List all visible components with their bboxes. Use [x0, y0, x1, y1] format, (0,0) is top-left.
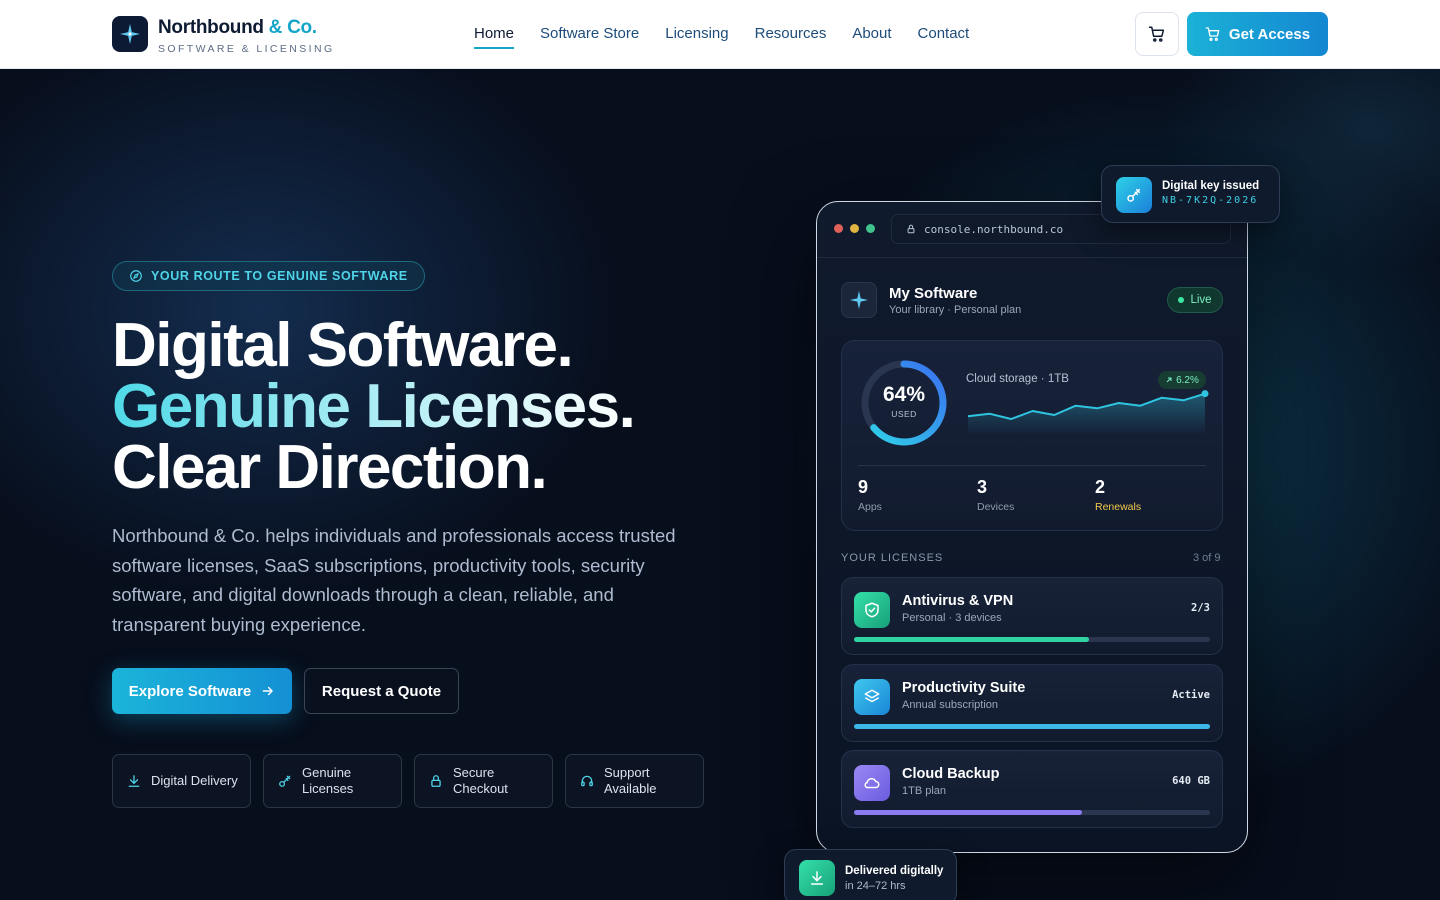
usage-stats-card: 64% USED Cloud storage · 1TB 6.2% 9 Apps: [841, 340, 1223, 531]
license-item-cloud-backup[interactable]: Cloud Backup 1TB plan 640 GB: [841, 750, 1223, 828]
window-minimize-dot: [850, 224, 859, 233]
nav-resources[interactable]: Resources: [755, 25, 827, 46]
explore-software-button[interactable]: Explore Software: [112, 668, 292, 714]
feature-genuine-licenses: Genuine Licenses: [263, 754, 402, 808]
feature-support-available: Support Available: [565, 754, 704, 808]
console-preview: console.northbound.co My Software Your l…: [816, 201, 1248, 853]
license-name: Productivity Suite: [902, 680, 1026, 696]
headline-line-2: Genuine Licenses.: [112, 372, 636, 441]
url-text: console.northbound.co: [924, 222, 1064, 236]
main-nav: Home Software Store Licensing Resources …: [474, 25, 970, 49]
key-badge-code: NB-7K2Q-2026: [1162, 195, 1259, 206]
stat-devices-label: Devices: [977, 501, 1015, 513]
explore-software-label: Explore Software: [128, 682, 252, 700]
delivered-badge-subtitle: in 24–72 hrs: [845, 880, 906, 892]
app-subtitle: Your library · Personal plan: [889, 304, 1022, 316]
usage-label: USED: [891, 409, 917, 419]
sparkline-end-point: [1201, 390, 1209, 398]
star-compass-icon: [849, 290, 869, 310]
headset-icon: [581, 775, 593, 787]
arrow-right-icon: [262, 686, 274, 696]
license-subtitle: 1TB plan: [902, 785, 947, 797]
cloud-storage-label: Cloud storage · 1TB: [966, 373, 1069, 385]
compass-icon: [130, 270, 142, 282]
sparkline-area: [968, 393, 1205, 435]
hero-section: YOUR ROUTE TO GENUINE SOFTWARE Digital S…: [0, 69, 1440, 900]
hero-description: Northbound & Co. helps individuals and p…: [112, 525, 676, 635]
lock-icon: [431, 775, 441, 787]
nav-home[interactable]: Home: [474, 25, 515, 49]
brand-logo[interactable]: [112, 16, 148, 52]
nav-about[interactable]: About: [852, 25, 891, 46]
stat-apps-value: 9: [858, 477, 869, 497]
stat-renewals-value: 2: [1095, 477, 1106, 497]
download-icon: [128, 775, 140, 787]
license-progress-fill: [854, 637, 1089, 642]
stat-renewals-label: Renewals: [1095, 501, 1142, 513]
licenses-count: 3 of 9: [1193, 552, 1221, 564]
license-value: 640 GB: [1172, 775, 1210, 787]
cart-icon: [1148, 26, 1165, 42]
key-icon: [279, 775, 291, 787]
eyebrow-text: YOUR ROUTE TO GENUINE SOFTWARE: [151, 269, 408, 283]
live-status-badge: Live: [1167, 287, 1223, 313]
storage-sparkline: [967, 390, 1209, 435]
license-subtitle: Annual subscription: [902, 699, 999, 711]
stat-devices-value: 3: [977, 477, 988, 497]
license-subtitle: Personal · 3 devices: [902, 612, 1002, 624]
cart-icon: [1205, 27, 1220, 41]
license-name: Cloud Backup: [902, 766, 1000, 782]
license-value: 2/3: [1191, 602, 1210, 614]
digital-key-badge: Digital key issued NB-7K2Q-2026: [1101, 165, 1280, 223]
app-logo: [841, 282, 877, 318]
site-header: Northbound & Co. SOFTWARE & LICENSING Ho…: [0, 0, 1440, 69]
brand-name[interactable]: Northbound & Co.: [158, 17, 317, 39]
shield-check-icon: [854, 592, 890, 628]
download-icon: [799, 860, 835, 896]
brand-tagline: SOFTWARE & LICENSING: [158, 43, 335, 55]
cloud-icon: [854, 765, 890, 801]
star-compass-icon: [119, 23, 141, 45]
get-access-label: Get Access: [1228, 25, 1311, 43]
layers-icon: [854, 679, 890, 715]
headline-line-1: Digital Software.: [112, 311, 574, 380]
key-icon: [1116, 177, 1152, 213]
delivered-badge: Delivered digitally in 24–72 hrs: [784, 849, 957, 900]
lock-icon: [907, 224, 915, 234]
cart-button[interactable]: [1135, 12, 1179, 56]
license-item-antivirus[interactable]: Antivirus & VPN Personal · 3 devices 2/3: [841, 577, 1223, 655]
usage-percent: 64%: [882, 383, 926, 406]
app-title: My Software: [889, 285, 978, 302]
get-access-button[interactable]: Get Access: [1187, 12, 1328, 56]
license-item-productivity[interactable]: Productivity Suite Annual subscription A…: [841, 664, 1223, 742]
key-badge-title: Digital key issued: [1162, 180, 1260, 192]
window-maximize-dot: [866, 224, 875, 233]
eyebrow-badge: YOUR ROUTE TO GENUINE SOFTWARE: [112, 261, 425, 291]
live-dot: [1178, 297, 1185, 303]
feature-digital-delivery: Digital Delivery: [112, 754, 251, 808]
window-close-dot: [834, 224, 843, 233]
arrow-up-right-icon: [1166, 377, 1172, 383]
nav-contact[interactable]: Contact: [918, 25, 970, 46]
nav-licensing[interactable]: Licensing: [665, 25, 728, 46]
license-progress-fill: [854, 724, 1210, 729]
license-progress-track: [854, 810, 1210, 815]
delivered-badge-title: Delivered digitally: [845, 865, 944, 877]
license-value: Active: [1172, 689, 1210, 701]
stat-apps-label: Apps: [858, 501, 882, 513]
licenses-heading: YOUR LICENSES: [841, 552, 944, 564]
license-name: Antivirus & VPN: [902, 593, 1014, 609]
request-quote-button[interactable]: Request a Quote: [304, 668, 459, 714]
license-progress-track: [854, 637, 1210, 642]
license-progress-fill: [854, 810, 1082, 815]
feature-secure-checkout: Secure Checkout: [414, 754, 553, 808]
nav-software-store[interactable]: Software Store: [540, 25, 639, 46]
stats-divider: [858, 465, 1206, 466]
license-progress-track: [854, 724, 1210, 729]
headline-line-3: Clear Direction.: [112, 433, 548, 502]
